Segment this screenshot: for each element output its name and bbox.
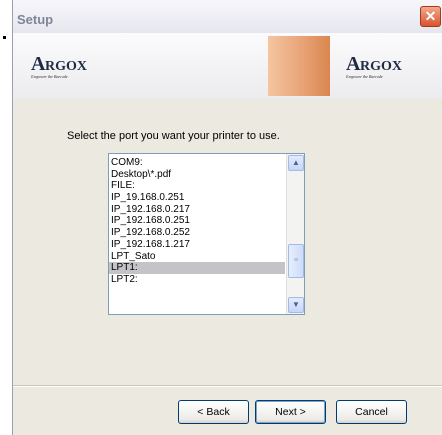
scroll-down-button[interactable]: ▼: [288, 297, 304, 313]
port-list-item[interactable]: IP_192.168.0.251: [109, 215, 285, 227]
header-banner: ARGOX Empower the Barcode ARGOX Empower …: [13, 33, 442, 99]
argox-logo-right: ARGOX Empower the Barcode: [346, 53, 402, 79]
stray-dot: [3, 36, 6, 39]
close-button[interactable]: ✕: [420, 6, 441, 27]
next-button[interactable]: Next >: [255, 400, 326, 424]
back-button[interactable]: < Back: [178, 400, 249, 424]
port-list-item[interactable]: LPT1:: [109, 262, 285, 274]
title-bar[interactable]: Setup ✕: [13, 0, 442, 34]
port-list-item[interactable]: LPT2:: [109, 274, 285, 286]
port-list-item[interactable]: IP_192.168.0.252: [109, 227, 285, 239]
close-icon: ✕: [424, 8, 437, 24]
argox-logo-left: ARGOX Empower the Barcode: [31, 53, 87, 79]
grip-icon: ≡: [293, 257, 299, 264]
port-list-item[interactable]: FILE:: [109, 180, 285, 192]
setup-window: Setup ✕ ARGOX Empower the Barcode ARGOX …: [12, 0, 442, 435]
port-list-item[interactable]: COM9:: [109, 157, 285, 169]
port-prompt: Select the port you want your printer to…: [67, 130, 280, 142]
scroll-up-button[interactable]: ▲: [288, 155, 304, 171]
port-list-item[interactable]: IP_192.168.0.217: [109, 204, 285, 216]
port-list-item[interactable]: Desktop\*.pdf: [109, 169, 285, 181]
port-list-item[interactable]: IP_19.168.0.251: [109, 192, 285, 204]
cancel-button[interactable]: Cancel: [336, 400, 407, 424]
vertical-scrollbar[interactable]: ▲ ≡ ▼: [286, 154, 304, 314]
chevron-down-icon: ▼: [292, 300, 300, 309]
footer-separator: [13, 385, 442, 387]
port-list-item[interactable]: IP_192.168.1.217: [109, 239, 285, 251]
port-list-item[interactable]: LPT_Sato: [109, 251, 285, 263]
port-listbox[interactable]: COM9: Desktop\*.pdf FILE: IP_19.168.0.251 IP…: [108, 153, 305, 315]
scroll-thumb[interactable]: ≡: [288, 244, 304, 278]
banner-accent: [268, 36, 330, 96]
window-title: Setup: [17, 12, 54, 27]
chevron-up-icon: ▲: [292, 158, 300, 167]
port-list: COM9: Desktop\*.pdf FILE: IP_19.168.0.251 IP…: [109, 157, 285, 286]
